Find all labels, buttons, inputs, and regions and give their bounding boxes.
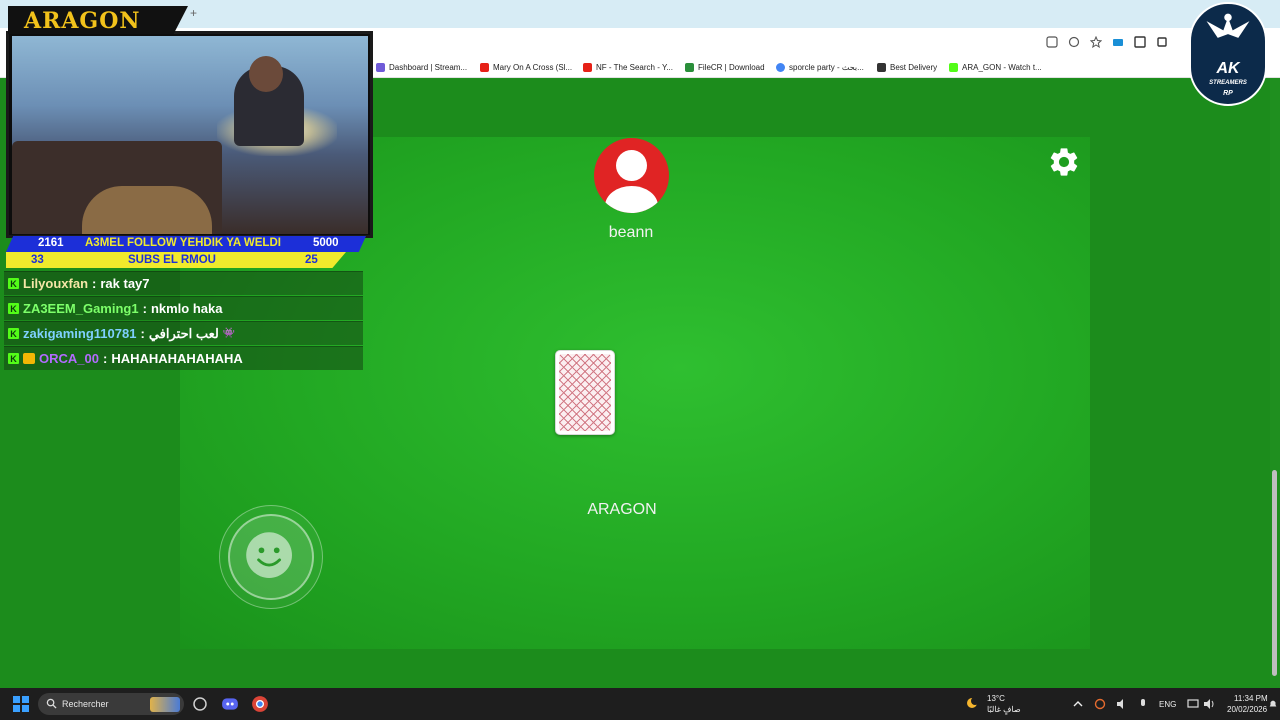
windows-start-icon[interactable] (13, 696, 29, 712)
chat-message: K ORCA_00 : HAHAHAHAHAHAHA (4, 346, 363, 370)
kick-badge-icon: K (8, 353, 19, 364)
bookmark-item[interactable]: FileCR | Download (685, 60, 765, 74)
brand-logo: ARAGON (24, 8, 141, 34)
kick-icon (949, 62, 958, 72)
gear-icon[interactable] (1047, 145, 1081, 179)
weather-temperature: 13°C (987, 694, 1005, 703)
clock-time[interactable]: 11:34 PM (1234, 694, 1268, 703)
microphone-icon[interactable] (1137, 698, 1149, 710)
chat-separator: : (140, 326, 145, 341)
bookmark-label: ARA_GON - Watch t... (962, 62, 1042, 72)
task-view-icon[interactable] (192, 696, 208, 712)
chat-message: K zakigaming110781 : لعب احترافي 👾 (4, 321, 363, 345)
search-highlight-image (150, 697, 180, 712)
chat-username: Lilyouxfan (23, 276, 89, 291)
mute-icon[interactable] (1115, 698, 1127, 710)
notifications-icon[interactable] (1268, 699, 1278, 709)
bookmark-star-icon[interactable] (1090, 36, 1102, 48)
extension-icon[interactable] (1112, 36, 1124, 48)
network-icon[interactable] (1187, 698, 1199, 710)
chat-username: ORCA_00 (39, 351, 99, 366)
follow-goal-current: 2161 (38, 237, 64, 249)
bookmark-item[interactable]: Dashboard | Stream... (376, 60, 467, 74)
discord-icon[interactable] (221, 695, 239, 713)
player-name: ARAGON (587, 501, 657, 518)
chat-text: HAHAHAHAHAHAHA (111, 351, 243, 366)
bookmark-item[interactable]: NF - The Search - Y... (583, 60, 673, 74)
webcam-feed (12, 36, 368, 234)
cloud-icon[interactable] (1068, 36, 1080, 48)
puzzle-icon[interactable] (1156, 36, 1168, 48)
bookmark-item[interactable]: Best Delivery (877, 60, 937, 74)
translate-icon[interactable] (1046, 36, 1058, 48)
bookmark-label: Mary On A Cross (Sl... (493, 62, 573, 72)
chair-shape (82, 186, 212, 234)
youtube-icon (583, 62, 592, 72)
bookmark-item[interactable]: Mary On A Cross (Sl... (480, 60, 572, 74)
smiley-icon (246, 532, 292, 578)
subs-goal-current: 33 (31, 254, 44, 266)
bookmark-label: FileCR | Download (698, 62, 765, 72)
eagle-icon (1206, 13, 1250, 38)
kick-badge-icon: K (8, 328, 19, 339)
emoji-button[interactable] (228, 514, 314, 600)
sync-icon[interactable] (1094, 698, 1106, 710)
volume-icon[interactable] (1203, 698, 1215, 710)
follow-goal-label: A3MEL FOLLOW YEHDIK YA WELDI (85, 237, 281, 249)
follow-goal-target: 5000 (313, 237, 339, 249)
chevron-up-icon[interactable] (1073, 699, 1083, 709)
person-head (249, 56, 283, 92)
ak-logo-subtext: STREAMERS (1209, 80, 1247, 86)
weather-description: صافٍ غالبًا (987, 705, 1021, 714)
scrollbar-thumb[interactable] (1272, 470, 1277, 676)
search-placeholder: Rechercher (62, 699, 109, 709)
avatar-body-shape (605, 186, 658, 213)
opponent-name: beann (608, 224, 654, 241)
chat-message: K ZA3EEM_Gaming1 : nkmlo haka (4, 296, 363, 320)
bookmark-item[interactable]: ARA_GON - Watch t... (949, 60, 1042, 74)
face-down-card[interactable] (555, 350, 615, 435)
chat-text: لعب احترافي (148, 325, 219, 341)
google-icon (776, 62, 785, 72)
chat-emote-icon: 👾 (222, 328, 236, 339)
bookmark-label: sporcle party - بحث... (789, 62, 864, 72)
chat-username: ZA3EEM_Gaming1 (23, 301, 139, 316)
input-language[interactable]: ENG (1159, 700, 1176, 709)
delivery-icon (877, 62, 886, 72)
filecr-icon (685, 62, 694, 72)
weather-icon[interactable] (965, 695, 981, 711)
bookmark-label: Best Delivery (890, 62, 938, 72)
new-tab-button[interactable]: + (190, 6, 197, 20)
avatar-head-shape (616, 150, 647, 181)
bookmark-label: NF - The Search - Y... (596, 62, 673, 72)
subs-goal-label: SUBS EL RMOU (128, 254, 216, 266)
ak-logo-text: AK (1216, 60, 1240, 77)
omnibox-actions (1046, 33, 1168, 51)
screenshot-icon[interactable] (1134, 36, 1146, 48)
chat-separator: : (142, 301, 147, 316)
bookmark-label: Dashboard | Stream... (389, 62, 468, 72)
chrome-icon[interactable] (251, 695, 269, 713)
chat-separator: : (102, 351, 108, 366)
opponent-avatar (594, 138, 669, 213)
subs-goal-target: 25 (305, 254, 318, 266)
bookmark-item[interactable]: sporcle party - بحث... (776, 60, 864, 74)
chat-message: K Lilyouxfan : rak tay7 (4, 271, 363, 295)
card-back-pattern (559, 354, 611, 431)
youtube-icon (480, 62, 489, 72)
chat-text: rak tay7 (100, 276, 150, 291)
crown-badge-icon (23, 353, 35, 364)
kick-badge-icon: K (8, 278, 19, 289)
chat-separator: : (92, 276, 97, 291)
search-icon (46, 698, 57, 709)
bookmark-favicon-icon (376, 62, 385, 72)
chat-username: zakigaming110781 (23, 326, 137, 341)
ak-logo-rp: RP (1223, 90, 1233, 97)
clock-date[interactable]: 20/02/2026 (1227, 705, 1267, 714)
chat-text: nkmlo haka (150, 301, 223, 316)
kick-badge-icon: K (8, 303, 19, 314)
